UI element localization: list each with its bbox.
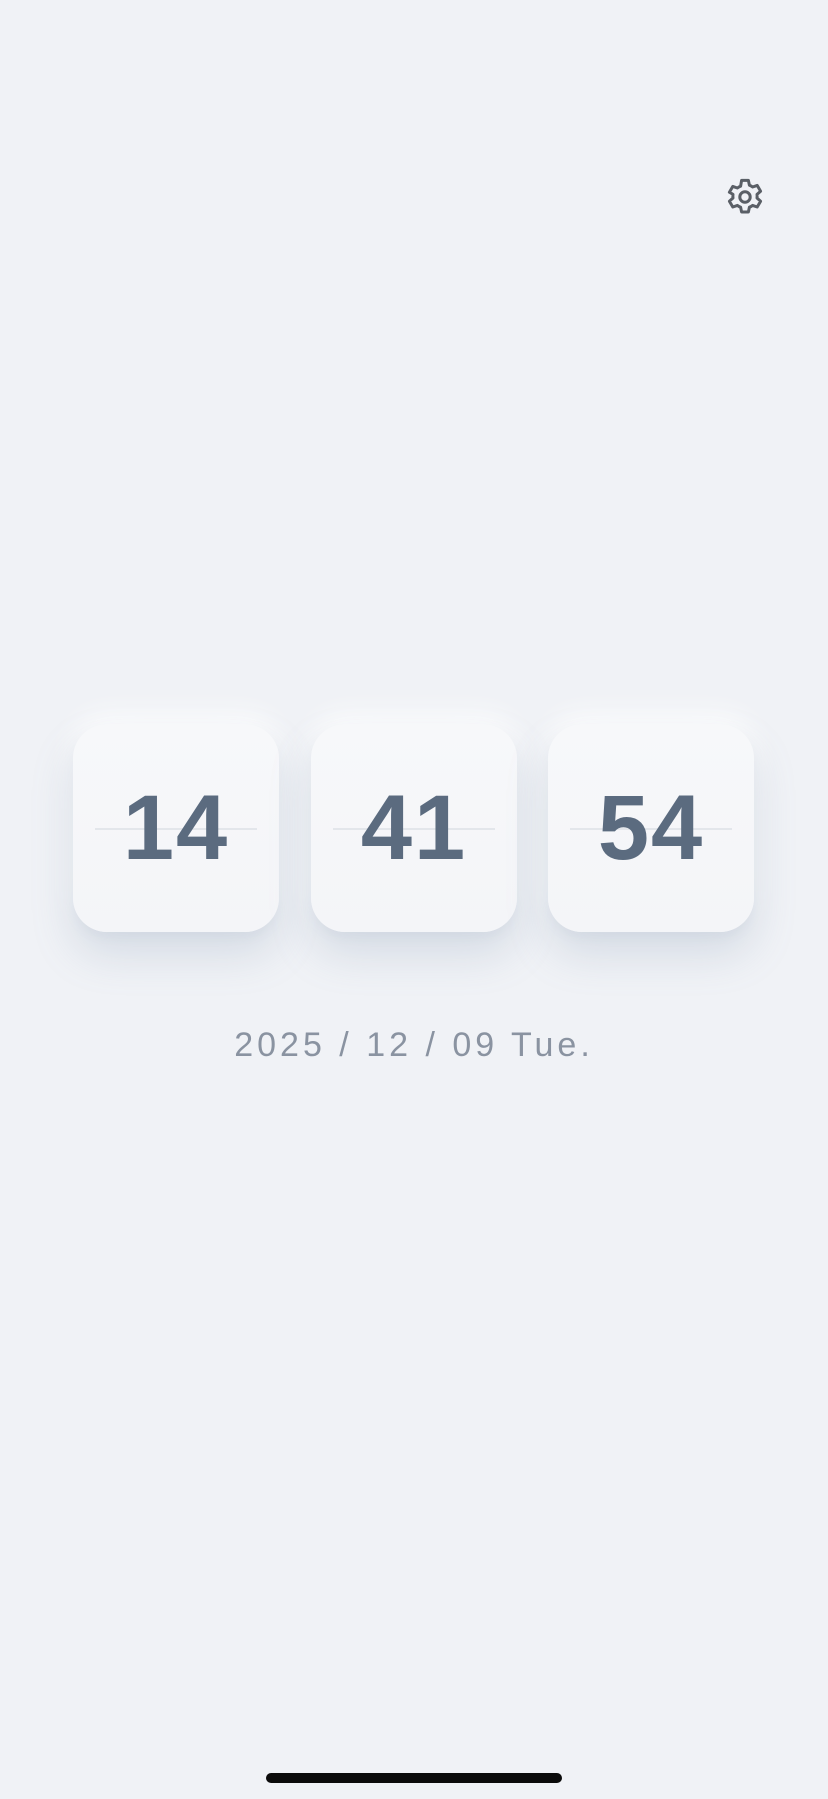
flip-clock-screen: 14 41 54 2025 / 12 / 09 Tue. — [0, 0, 828, 1799]
hours-digits: 14 — [122, 777, 230, 879]
seconds-digits: 54 — [597, 777, 705, 879]
flip-clock: 14 41 54 — [0, 724, 828, 934]
settings-button[interactable] — [719, 173, 771, 225]
seconds-card: 54 — [548, 724, 754, 932]
minutes-card: 41 — [311, 724, 517, 932]
date-label: 2025 / 12 / 09 Tue. — [234, 1026, 594, 1064]
home-indicator[interactable] — [266, 1773, 562, 1783]
hours-card: 14 — [73, 724, 279, 932]
gear-icon — [721, 173, 769, 226]
minutes-digits: 41 — [360, 777, 468, 879]
